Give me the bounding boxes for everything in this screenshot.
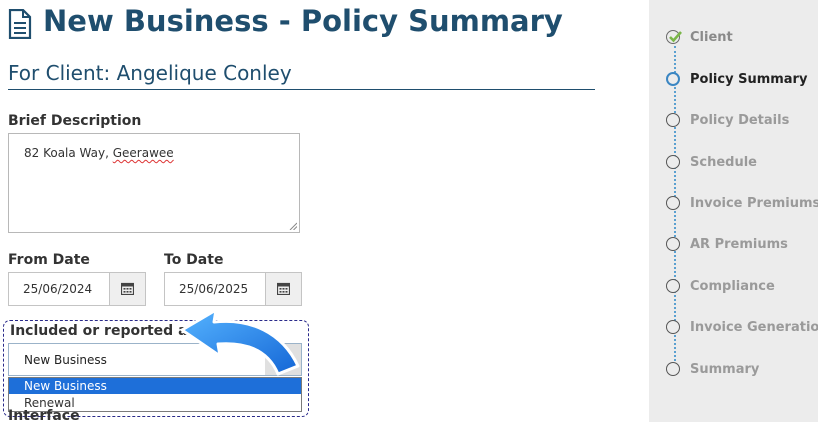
document-icon <box>8 9 32 39</box>
from-date-picker-button[interactable] <box>109 273 145 305</box>
wizard-steps-sidebar: Client Policy Summary Policy Details Sch… <box>649 0 818 422</box>
brief-description-value: 82 Koala Way, Geerawee <box>24 146 174 160</box>
step-pending-indicator <box>666 196 680 210</box>
step-label: Policy Details <box>690 113 790 128</box>
brief-description-textarea[interactable]: 82 Koala Way, Geerawee <box>8 133 300 233</box>
included-reported-value: New Business <box>24 353 107 367</box>
step-pending-indicator <box>666 237 680 251</box>
step-pending-indicator <box>666 279 680 293</box>
step-done-indicator <box>666 30 682 44</box>
step-label: Policy Summary <box>690 72 808 87</box>
step-label: Invoice Generation <box>690 320 818 335</box>
step-pending-indicator <box>666 155 680 169</box>
step-label: AR Premiums <box>690 237 788 252</box>
resize-grip-icon[interactable] <box>289 222 297 230</box>
step-pending-indicator <box>666 113 680 127</box>
annotation-arrow-icon <box>180 308 300 376</box>
from-date-label: From Date <box>8 252 90 268</box>
page-title: New Business - Policy Summary <box>43 4 563 38</box>
step-pending-indicator <box>666 362 680 376</box>
title-divider <box>8 89 595 90</box>
step-label: Schedule <box>690 155 757 170</box>
from-date-value: 25/06/2024 <box>23 282 93 296</box>
step-label: Invoice Premiums <box>690 196 818 211</box>
included-reported-label: Included or reported as <box>10 323 196 339</box>
to-date-label: To Date <box>164 252 224 268</box>
to-date-value: 25/06/2025 <box>179 282 249 296</box>
main-content: New Business - Policy Summary For Client… <box>0 0 640 424</box>
included-reported-options: New Business Renewal <box>8 377 302 412</box>
step-label: Client <box>690 30 733 45</box>
to-date-picker-button[interactable] <box>265 273 301 305</box>
brief-description-label: Brief Description <box>8 113 142 129</box>
calendar-icon <box>277 282 290 295</box>
step-pending-indicator <box>666 320 680 334</box>
to-date-field[interactable]: 25/06/2025 <box>164 272 302 306</box>
client-subtitle: For Client: Angelique Conley <box>8 61 292 85</box>
step-label: Summary <box>690 362 760 377</box>
calendar-icon <box>121 282 134 295</box>
step-label: Compliance <box>690 279 775 294</box>
check-icon <box>669 31 682 43</box>
from-date-field[interactable]: 25/06/2024 <box>8 272 146 306</box>
step-current-indicator <box>666 72 680 86</box>
